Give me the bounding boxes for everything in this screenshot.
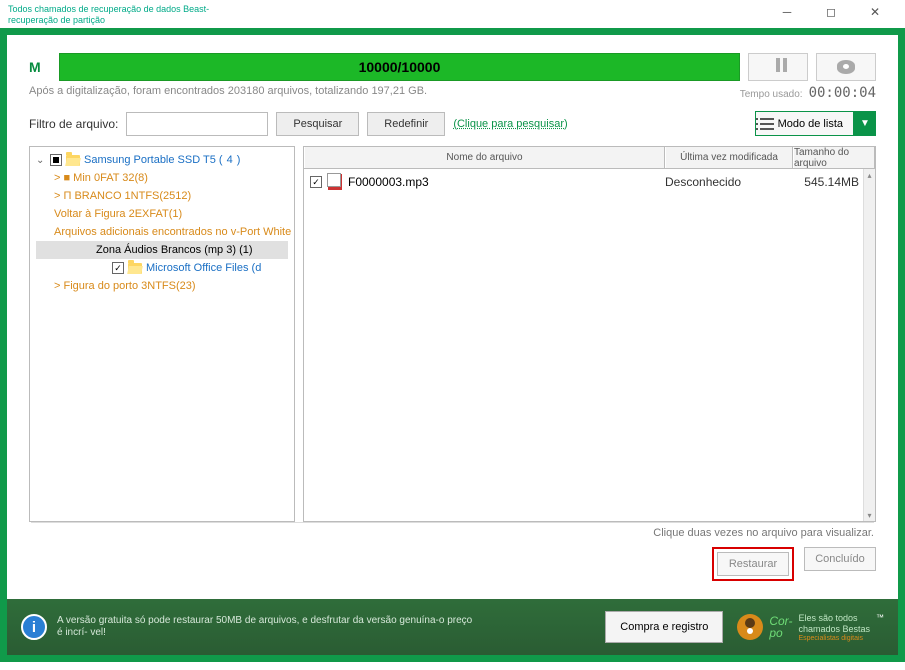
file-name: F0000003.mp3 (348, 175, 665, 189)
view-mode-dropdown[interactable]: ▼ (854, 111, 876, 136)
file-size: 545.14MB (793, 175, 865, 189)
progress-bar: 10000/10000 (59, 53, 740, 81)
list-icon (760, 118, 774, 130)
time-used-value: 00:00:04 (809, 85, 876, 101)
column-size[interactable]: Tamanho do arquivo (793, 147, 875, 168)
view-mode-label: Modo de lista (778, 118, 843, 130)
scroll-down-icon[interactable]: ▾ (864, 509, 875, 521)
scan-summary: Após a digitalização, foram encontrados … (29, 85, 427, 101)
app-subtitle: Todos chamados de recuperação de dados B… (8, 0, 238, 26)
trial-notice: A versão gratuita só pode restaurar 50MB… (57, 615, 477, 639)
brand-tagline: Eles são todos chamados Bestas (798, 613, 870, 635)
info-icon: i (21, 614, 47, 640)
tree-node[interactable]: Microsoft Office Files (d (36, 259, 288, 277)
column-modified[interactable]: Última vez modificada (665, 147, 793, 168)
maximize-button[interactable]: ◻ (809, 0, 853, 24)
pause-button[interactable] (748, 53, 808, 81)
done-button[interactable]: Concluído (804, 547, 876, 571)
filter-label: Filtro de arquivo: (29, 117, 118, 131)
checkbox-on[interactable] (112, 262, 124, 274)
file-list-pane: Nome do arquivo Última vez modificada Ta… (303, 146, 876, 522)
tree-node[interactable]: > Figura do porto 3NTFS(23) (36, 277, 288, 295)
view-mode-button[interactable]: Modo de lista (755, 111, 854, 136)
progress-label: M (29, 59, 51, 75)
export-button[interactable] (816, 53, 876, 81)
tree-root[interactable]: ⌄ Samsung Portable SSD T5 (4) (36, 151, 288, 169)
reset-button[interactable]: Redefinir (367, 112, 445, 136)
search-button[interactable]: Pesquisar (276, 112, 359, 136)
column-name[interactable]: Nome do arquivo (304, 147, 665, 168)
tree-node-selected[interactable]: Zona Áudios Brancos (mp 3) (1) (36, 241, 288, 259)
search-hint[interactable]: (Clique para pesquisar) (453, 118, 567, 130)
restore-highlight: Restaurar (712, 547, 794, 581)
brand-name: Cor- po (769, 615, 792, 639)
scrollbar[interactable]: ▴ ▾ (863, 169, 875, 521)
trademark-icon: ™ (876, 613, 884, 622)
disc-icon (837, 60, 855, 74)
tree-node[interactable]: Voltar à Figura 2EXFAT(1) (36, 205, 288, 223)
brand-subtagline: Especialistas digitais (798, 635, 870, 642)
restore-button[interactable]: Restaurar (717, 552, 789, 576)
scroll-up-icon[interactable]: ▴ (864, 169, 875, 181)
folder-icon (128, 263, 142, 274)
list-header: Nome do arquivo Última vez modificada Ta… (304, 147, 875, 169)
close-button[interactable]: ✕ (853, 0, 897, 24)
tree-node[interactable]: > ■ Min 0FAT 32(8) (36, 169, 288, 187)
brand-logo-icon (737, 614, 763, 640)
tree-pane: ⌄ Samsung Portable SSD T5 (4) > ■ Min 0F… (29, 146, 295, 522)
tree-node[interactable]: Arquivos adicionais encontrados no v-Por… (36, 223, 288, 241)
preview-hint: Clique duas vezes no arquivo para visual… (31, 522, 874, 543)
checkbox-tristate[interactable] (50, 154, 62, 166)
footer: i A versão gratuita só pode restaurar 50… (7, 599, 898, 655)
buy-register-button[interactable]: Compra e registro (605, 611, 723, 643)
minimize-button[interactable]: ─ (765, 0, 809, 24)
progress-text: 10000/10000 (359, 59, 441, 75)
filter-input[interactable] (126, 112, 268, 136)
pause-icon (776, 58, 780, 77)
tree-node[interactable]: > П BRANCO 1NTFS(2512) (36, 187, 288, 205)
checkbox-on[interactable] (310, 176, 322, 188)
file-modified: Desconhecido (665, 175, 793, 189)
time-used-label: Tempo usado: (740, 89, 803, 100)
brand-block: Cor- po Eles são todos chamados Bestas E… (737, 613, 884, 642)
file-icon (328, 174, 342, 190)
chevron-down-icon: ⌄ (36, 155, 46, 166)
folder-icon (66, 155, 80, 166)
list-item[interactable]: F0000003.mp3 Desconhecido 545.14MB (304, 169, 875, 195)
